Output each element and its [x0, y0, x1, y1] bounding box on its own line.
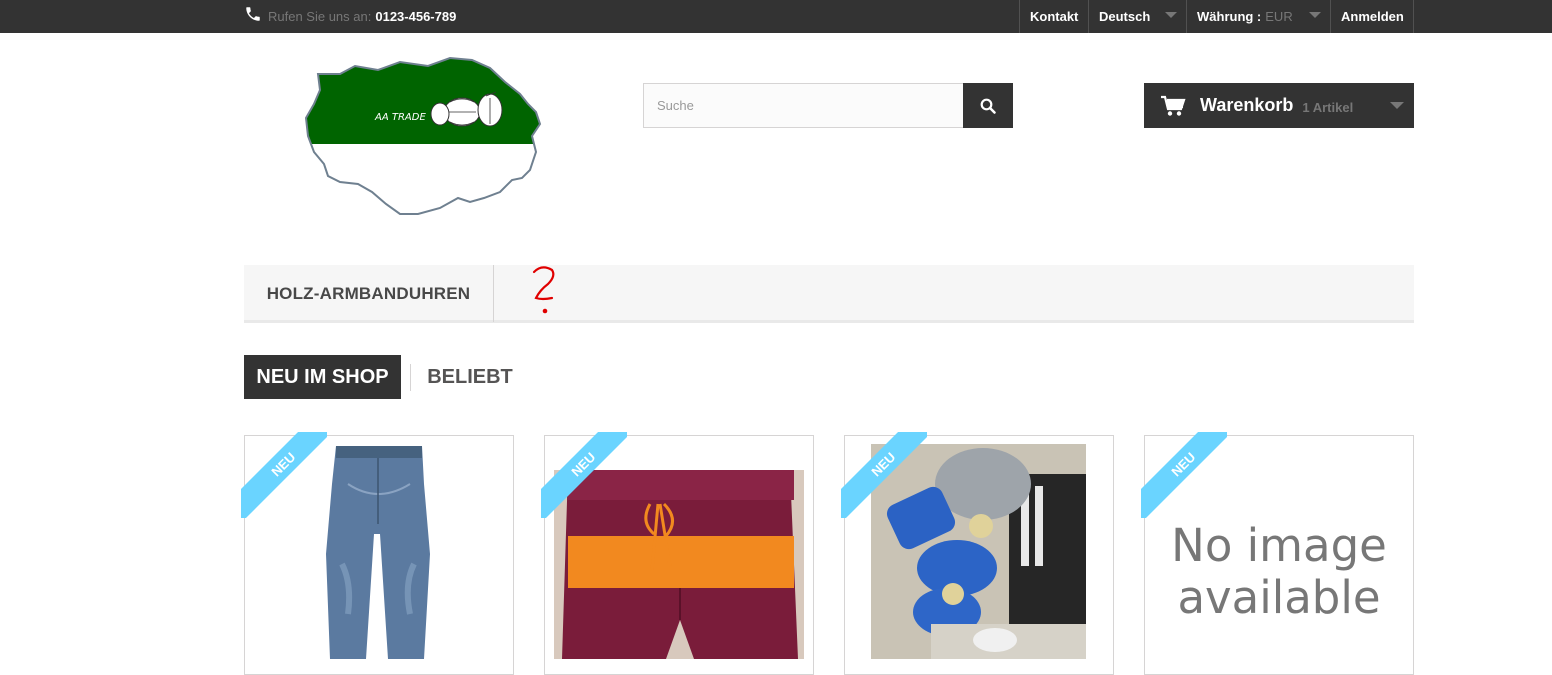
- chevron-down-icon: [1309, 12, 1321, 18]
- tab-divider: [410, 364, 411, 391]
- menu-item-holz-armbanduhren[interactable]: HOLZ-ARMBANDUHREN: [244, 265, 494, 322]
- login-link[interactable]: Anmelden: [1330, 0, 1414, 33]
- chevron-down-icon: [1390, 102, 1404, 109]
- new-badge-label: NEU: [267, 448, 299, 480]
- no-image-placeholder: No image available: [1171, 519, 1387, 624]
- tab-label: NEU IM SHOP: [256, 365, 389, 388]
- menu-item-label: HOLZ-ARMBANDUHREN: [266, 283, 471, 303]
- cart-icon: [1161, 95, 1186, 116]
- tab-popular[interactable]: BELIEBT: [420, 355, 520, 399]
- new-badge: NEU: [841, 432, 927, 518]
- logo-text: AA TRADE: [374, 112, 426, 123]
- new-badge: NEU: [1141, 432, 1227, 518]
- language-selector[interactable]: Deutsch: [1088, 0, 1187, 33]
- cart-button[interactable]: Warenkorb 1 Artikel: [1144, 83, 1414, 128]
- language-label: Deutsch: [1099, 9, 1151, 24]
- contact-link[interactable]: Kontakt: [1019, 0, 1089, 33]
- phone-info: Rufen Sie uns an: 0123-456-789: [244, 0, 456, 33]
- top-bar: Rufen Sie uns an: 0123-456-789 Kontakt D…: [0, 0, 1552, 33]
- currency-label: Währung :: [1197, 9, 1262, 24]
- tab-new-in-shop[interactable]: NEU IM SHOP: [244, 355, 401, 399]
- tab-label: BELIEBT: [427, 365, 513, 388]
- search-button[interactable]: [963, 83, 1013, 128]
- cart-label: Warenkorb: [1200, 95, 1294, 115]
- login-label: Anmelden: [1341, 9, 1404, 24]
- new-badge-label: NEU: [867, 448, 899, 480]
- chevron-down-icon: [1165, 12, 1177, 18]
- currency-value: EUR: [1265, 9, 1293, 24]
- phone-icon: [246, 6, 260, 21]
- new-badge-label: NEU: [567, 448, 599, 480]
- question-mark-annotation: [532, 266, 555, 314]
- main-menu: HOLZ-ARMBANDUHREN: [244, 265, 1414, 323]
- currency-selector[interactable]: Währung : EUR: [1186, 0, 1331, 33]
- cart-count: 1 Artikel: [1302, 99, 1354, 115]
- shop-logo[interactable]: AA TRADE: [300, 52, 550, 224]
- phone-prefix: Rufen Sie uns an:: [268, 9, 372, 24]
- new-badge-label: NEU: [1167, 448, 1199, 480]
- search-input[interactable]: [643, 83, 964, 128]
- product-image-jeans[interactable]: [318, 444, 440, 659]
- new-badge: NEU: [241, 432, 327, 518]
- contact-label: Kontakt: [1030, 9, 1079, 24]
- phone-number: 0123-456-789: [375, 9, 457, 24]
- search-icon: [980, 98, 996, 114]
- new-badge: NEU: [541, 432, 627, 518]
